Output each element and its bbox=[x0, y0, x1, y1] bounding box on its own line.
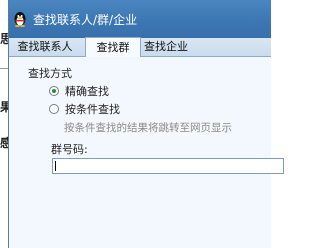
condition-search-hint: 按条件查找的结果将跳转至网页显示 bbox=[64, 122, 232, 134]
tab-bar: 查找联系人 查找群 查找企业 bbox=[9, 37, 271, 57]
radio-exact-search[interactable]: 精确查找 bbox=[49, 84, 109, 98]
window-title: 查找联系人/群/企业 bbox=[33, 13, 138, 27]
radio-button-checked[interactable] bbox=[49, 86, 59, 96]
find-dialog: 查找联系人/群/企业 查找联系人 查找群 查找企业 查找方式 精确查找 按条件查… bbox=[8, 0, 284, 248]
find-group-panel: 查找方式 精确查找 按条件查找 按条件查找的结果将跳转至网页显示 群号码: bbox=[9, 57, 284, 248]
group-number-input[interactable] bbox=[52, 158, 284, 174]
tab-find-contact[interactable]: 查找联系人 bbox=[13, 39, 77, 55]
qq-penguin-icon bbox=[14, 12, 26, 27]
tab-find-group[interactable]: 查找群 bbox=[85, 37, 141, 57]
radio-button-unchecked[interactable] bbox=[49, 104, 59, 114]
radio-condition-label: 按条件查找 bbox=[65, 103, 120, 116]
search-method-label: 查找方式 bbox=[28, 67, 72, 80]
tab-find-enterprise[interactable]: 查找企业 bbox=[139, 39, 193, 55]
group-number-label: 群号码: bbox=[51, 143, 88, 156]
radio-condition-search[interactable]: 按条件查找 bbox=[49, 102, 120, 116]
radio-exact-label: 精确查找 bbox=[65, 85, 109, 98]
text-caret bbox=[55, 161, 56, 171]
title-bar[interactable]: 查找联系人/群/企业 bbox=[9, 0, 271, 38]
